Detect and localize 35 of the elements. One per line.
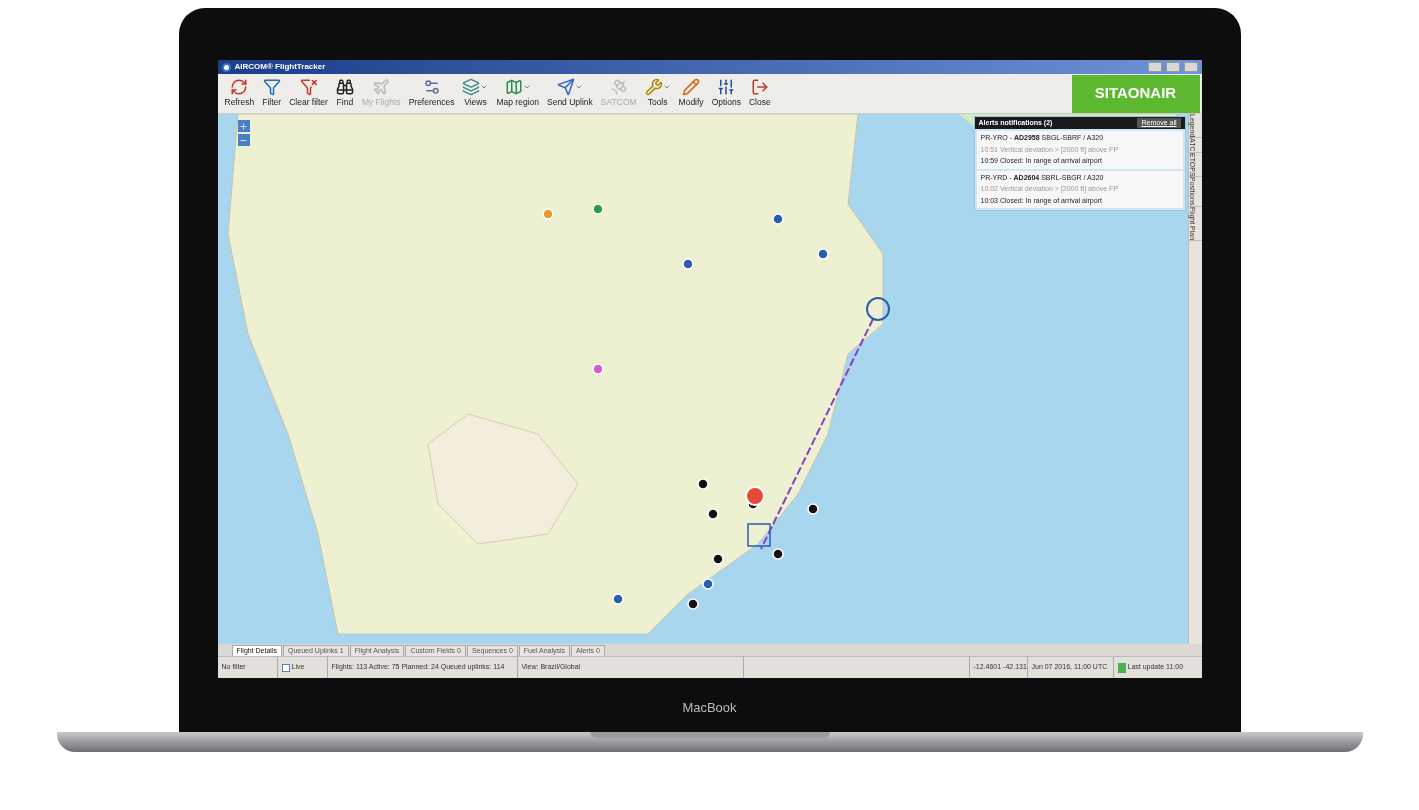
- find-icon: [335, 78, 354, 97]
- app-logo-icon: [221, 62, 231, 72]
- toolbar-button[interactable]: Find: [332, 78, 357, 109]
- brand-logo: SITAONAIR: [1071, 74, 1200, 113]
- toolbar-button[interactable]: Views: [459, 78, 492, 109]
- satcom-icon: [609, 78, 628, 97]
- toolbar-button[interactable]: Modify: [675, 78, 707, 109]
- refresh-icon: [230, 78, 249, 97]
- toolbar-button[interactable]: Map region: [493, 78, 542, 109]
- toolbar-button[interactable]: Close: [745, 78, 774, 109]
- close-button[interactable]: [1183, 62, 1198, 72]
- options-icon: [717, 78, 736, 97]
- toolbar-button[interactable]: Clear filter: [286, 78, 331, 109]
- clear-filter-icon: [299, 78, 318, 97]
- filter-icon: [262, 78, 281, 97]
- toolbar-button[interactable]: Tools: [641, 78, 674, 109]
- toolbar-button[interactable]: Send Uplink: [544, 78, 596, 109]
- window-title: AIRCOM® FlightTracker: [234, 61, 326, 73]
- device-label: MacBook: [682, 699, 737, 717]
- toolbar-button[interactable]: Options: [708, 78, 744, 109]
- tools-icon: [644, 78, 663, 97]
- restore-button[interactable]: [1165, 62, 1180, 72]
- live-checkbox[interactable]: [281, 663, 290, 672]
- send-uplink-icon: [556, 78, 575, 97]
- my-flights-icon: [372, 78, 391, 97]
- toolbar-button[interactable]: Filter: [259, 78, 285, 109]
- plus-icon: [239, 121, 248, 131]
- views-icon: [462, 78, 481, 97]
- toolbar-button[interactable]: Preferences: [405, 78, 458, 109]
- preferences-icon: [422, 78, 441, 97]
- map-region-icon: [504, 78, 523, 97]
- minimize-button[interactable]: [1147, 62, 1162, 72]
- modify-icon: [682, 78, 701, 97]
- close-icon: [750, 78, 769, 97]
- toolbar-button[interactable]: Refresh: [221, 78, 258, 109]
